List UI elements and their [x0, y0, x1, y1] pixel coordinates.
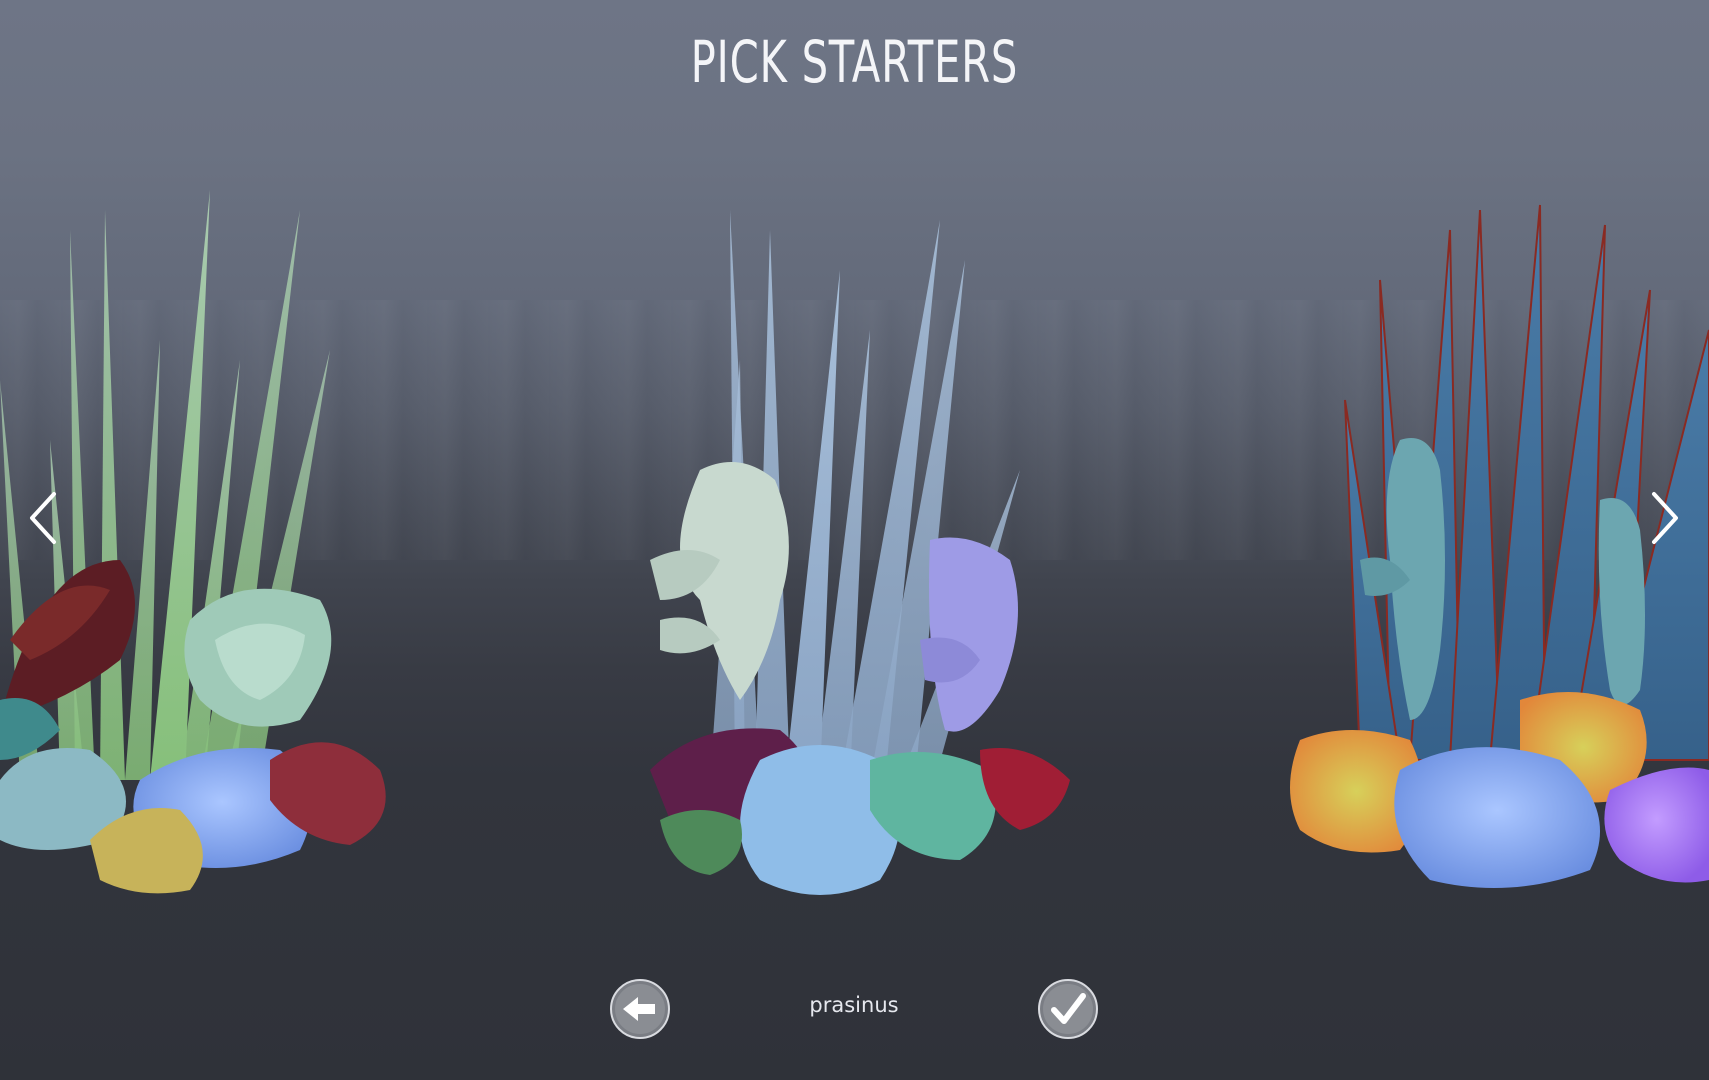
back-arrow-icon: [610, 979, 670, 1039]
plant-carousel: [0, 190, 1709, 895]
checkmark-icon: [1038, 979, 1098, 1039]
previous-arrangement-button[interactable]: [22, 488, 72, 548]
chevron-left-icon: [30, 492, 56, 544]
chevron-right-icon: [1652, 492, 1678, 544]
back-button[interactable]: [609, 978, 671, 1040]
confirm-button[interactable]: [1037, 978, 1099, 1040]
arrangement-center[interactable]: [650, 210, 1070, 895]
starter-picker-screen: PICK STARTERS prasinus: [0, 0, 1709, 1080]
selected-arrangement-name: prasinus: [809, 993, 899, 1017]
next-arrangement-button[interactable]: [1636, 488, 1686, 548]
